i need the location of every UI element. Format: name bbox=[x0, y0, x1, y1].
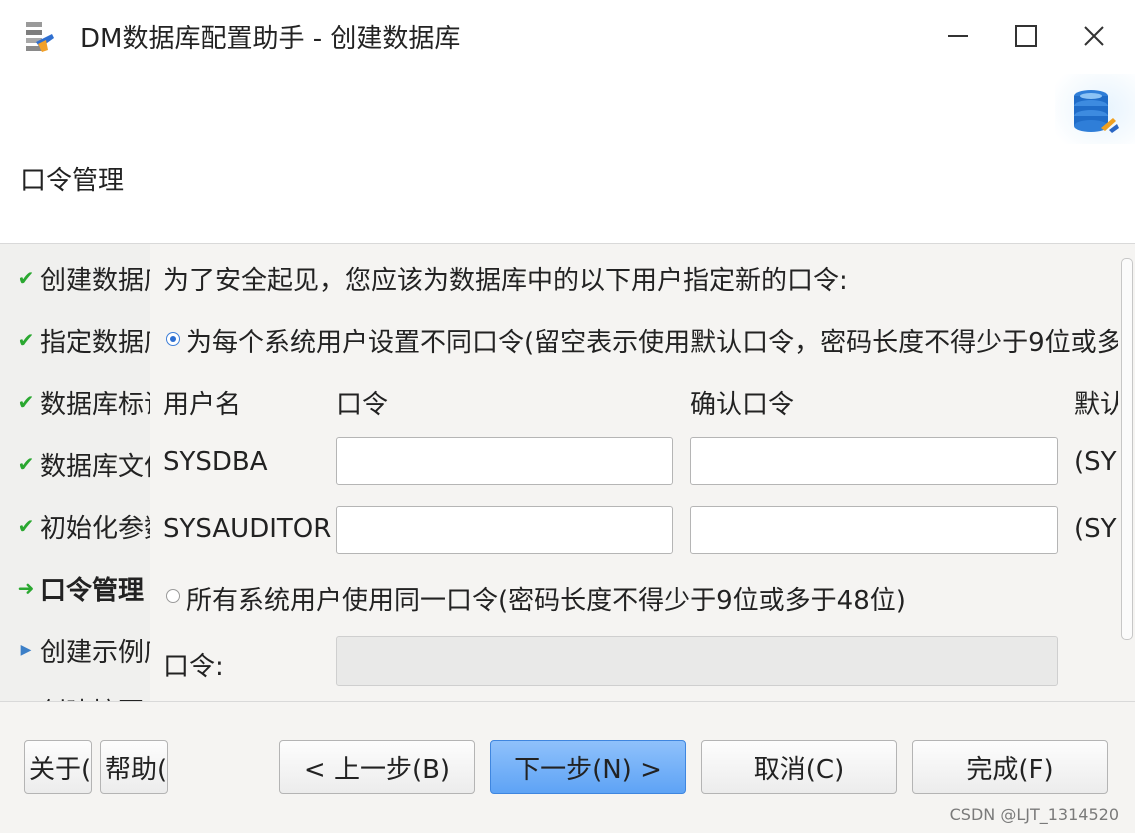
nav-step-label: 口令管理 bbox=[40, 575, 145, 606]
nav-step-sample-db[interactable]: ▶ 创建示例库 bbox=[0, 630, 150, 670]
radio-same-password[interactable] bbox=[166, 589, 180, 603]
watermark: CSDN @LJT_1314520 bbox=[949, 805, 1119, 824]
nav-step-label: 指定数据库目录 bbox=[40, 327, 150, 358]
close-button[interactable] bbox=[1072, 18, 1116, 54]
password-panel: 为了安全起见，您应该为数据库中的以下用户指定新的口令: 为每个系统用户设置不同口… bbox=[150, 244, 1118, 701]
step-navigation: ✔ 创建数据库模板 ✔ 指定数据库目录 ✔ 数据库标识 ✔ 数据库文件 ✔ 初始… bbox=[0, 244, 150, 701]
minimize-icon bbox=[948, 35, 968, 37]
radio-different-passwords[interactable] bbox=[166, 332, 180, 346]
database-tool-icon bbox=[1055, 74, 1135, 144]
checkmark-icon: ✔ bbox=[17, 390, 35, 414]
help-button[interactable]: 帮助(H) bbox=[100, 740, 168, 794]
sysauditor-password-field[interactable] bbox=[336, 506, 673, 554]
sysauditor-confirm-field[interactable] bbox=[690, 506, 1058, 554]
intro-text: 为了安全起见，您应该为数据库中的以下用户指定新的口令: bbox=[163, 266, 848, 296]
nav-step-password[interactable]: ➜ 口令管理 bbox=[0, 568, 150, 608]
sysdba-default-password: (SYSDBA) bbox=[1074, 447, 1118, 477]
cancel-button[interactable]: 取消(C) bbox=[701, 740, 897, 794]
checkmark-icon: ✔ bbox=[17, 266, 35, 290]
column-header-default: 默认口令 bbox=[1074, 390, 1118, 420]
finish-button[interactable]: 完成(F) bbox=[912, 740, 1108, 794]
nav-step-label: 创建摘要 bbox=[40, 692, 144, 702]
nav-step-summary[interactable]: ▶ 创建摘要 bbox=[0, 690, 150, 702]
same-password-field bbox=[336, 636, 1058, 686]
nav-step-files[interactable]: ✔ 数据库文件 bbox=[0, 444, 150, 484]
window-title: DM数据库配置助手 - 创建数据库 bbox=[80, 24, 461, 54]
nav-step-label: 数据库文件 bbox=[40, 451, 150, 482]
close-icon bbox=[1084, 26, 1104, 46]
page-heading: 口令管理 bbox=[20, 166, 125, 196]
vertical-scrollbar[interactable] bbox=[1118, 244, 1135, 701]
sysauditor-default-password: (SYSAUDITOR) bbox=[1074, 514, 1118, 544]
triangle-right-icon: ▶ bbox=[20, 642, 32, 658]
title-bar: DM数据库配置助手 - 创建数据库 bbox=[0, 0, 1135, 75]
checkmark-icon: ✔ bbox=[17, 452, 35, 476]
user-sysdba: SYSDBA bbox=[163, 447, 268, 477]
nav-step-directory[interactable]: ✔ 指定数据库目录 bbox=[0, 320, 150, 360]
next-button[interactable]: 下一步(N) > bbox=[490, 740, 686, 794]
column-header-confirm: 确认口令 bbox=[690, 390, 795, 420]
radio-same-password-label[interactable]: 所有系统用户使用同一口令(密码长度不得少于9位或多于48位) bbox=[186, 580, 906, 617]
nav-step-label: 创建数据库模板 bbox=[40, 265, 150, 296]
column-header-password: 口令 bbox=[336, 390, 389, 420]
column-header-username: 用户名 bbox=[163, 390, 242, 420]
back-button[interactable]: < 上一步(B) bbox=[279, 740, 475, 794]
nav-step-init-params[interactable]: ✔ 初始化参数 bbox=[0, 506, 150, 546]
scrollbar-thumb[interactable] bbox=[1121, 258, 1133, 640]
maximize-button[interactable] bbox=[1004, 18, 1048, 54]
checkmark-icon: ✔ bbox=[17, 328, 35, 352]
nav-step-identifier[interactable]: ✔ 数据库标识 bbox=[0, 382, 150, 422]
maximize-icon bbox=[1015, 25, 1037, 47]
arrow-right-icon: ➜ bbox=[17, 576, 35, 600]
about-button[interactable]: 关于(A) bbox=[24, 740, 92, 794]
nav-step-label: 创建示例库 bbox=[40, 637, 150, 668]
sysdba-password-field[interactable] bbox=[336, 437, 673, 485]
radio-different-passwords-label[interactable]: 为每个系统用户设置不同口令(留空表示使用默认口令，密码长度不得少于9位或多于48… bbox=[186, 322, 1118, 359]
nav-step-label: 数据库标识 bbox=[40, 389, 150, 420]
dm-app-icon bbox=[24, 20, 56, 54]
nav-step-template[interactable]: ✔ 创建数据库模板 bbox=[0, 258, 150, 298]
checkmark-icon: ✔ bbox=[17, 514, 35, 538]
user-sysauditor: SYSAUDITOR bbox=[163, 514, 332, 544]
minimize-button[interactable] bbox=[936, 18, 980, 54]
nav-step-label: 初始化参数 bbox=[40, 513, 150, 544]
same-password-label: 口令: bbox=[163, 652, 224, 682]
sysdba-confirm-field[interactable] bbox=[690, 437, 1058, 485]
